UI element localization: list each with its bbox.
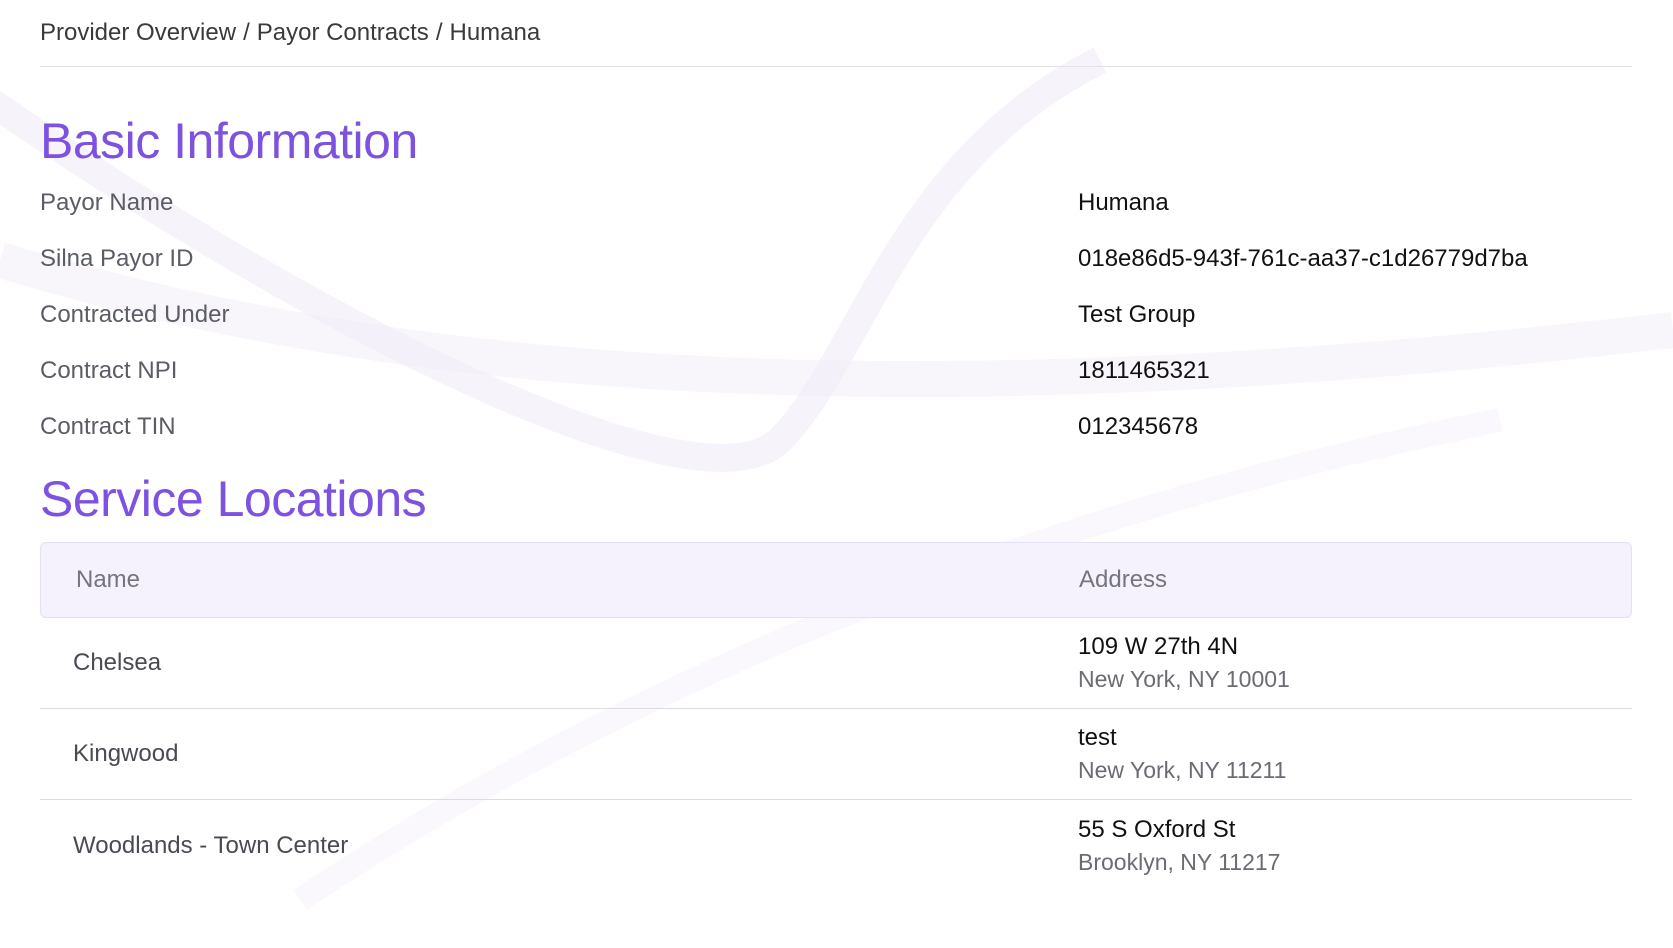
info-value: 012345678	[1078, 413, 1199, 440]
info-label: Contracted Under	[40, 301, 230, 328]
location-name: Chelsea	[73, 649, 162, 676]
basic-information-title: Basic Information	[40, 113, 418, 169]
address-line1: 55 S Oxford St	[1078, 815, 1236, 843]
basic-information-list: Payor Name Humana Silna Payor ID 018e86d…	[40, 175, 1632, 455]
column-header-address[interactable]: Address	[1079, 566, 1167, 594]
info-row-contract-npi: Contract NPI 1811465321	[40, 343, 1632, 399]
info-value: Test Group	[1078, 301, 1196, 328]
info-row-contracted-under: Contracted Under Test Group	[40, 287, 1632, 343]
breadcrumb-payor-contracts[interactable]: Payor Contracts	[257, 19, 429, 47]
breadcrumb-separator: /	[435, 19, 443, 46]
location-name: Kingwood	[73, 740, 179, 767]
breadcrumb-separator: /	[243, 19, 250, 46]
address-line1: 109 W 27th 4N	[1078, 633, 1239, 660]
column-header-name[interactable]: Name	[41, 566, 1079, 594]
location-address: test New York, NY 11211	[1078, 722, 1286, 786]
service-locations-title: Service Locations	[40, 471, 427, 527]
breadcrumb-provider-overview[interactable]: Provider Overview	[40, 19, 236, 47]
breadcrumb-current: Humana	[449, 19, 541, 46]
page: Provider Overview / Payor Contracts / Hu…	[0, 0, 1673, 948]
table-row[interactable]: Woodlands - Town Center 55 S Oxford St B…	[40, 800, 1632, 891]
info-row-contract-tin: Contract TIN 012345678	[40, 399, 1632, 455]
info-row-payor-name: Payor Name Humana	[40, 175, 1632, 231]
address-line2: New York, NY 11211	[1078, 757, 1287, 783]
main-content: Provider Overview / Payor Contracts / Hu…	[40, 0, 1632, 891]
info-row-silna-payor-id: Silna Payor ID 018e86d5-943f-761c-aa37-c…	[40, 231, 1632, 287]
info-value: 1811465321	[1078, 357, 1210, 384]
info-label: Silna Payor ID	[40, 245, 194, 272]
address-line2: New York, NY 10001	[1078, 666, 1290, 692]
address-line2: Brooklyn, NY 11217	[1078, 848, 1281, 875]
info-value: 018e86d5-943f-761c-aa37-c1d26779d7ba	[1078, 245, 1528, 272]
breadcrumb: Provider Overview / Payor Contracts / Hu…	[40, 0, 1632, 67]
location-address: 55 S Oxford St Brooklyn, NY 11217	[1078, 814, 1280, 878]
info-value: Humana	[1078, 189, 1169, 216]
location-name: Woodlands - Town Center	[73, 831, 349, 859]
table-row[interactable]: Chelsea 109 W 27th 4N New York, NY 10001	[40, 618, 1632, 709]
location-address: 109 W 27th 4N New York, NY 10001	[1078, 631, 1290, 695]
address-line1: test	[1078, 724, 1117, 751]
table-row[interactable]: Kingwood test New York, NY 11211	[40, 709, 1632, 800]
info-label: Contract TIN	[40, 413, 176, 440]
info-label: Payor Name	[40, 189, 174, 216]
info-label: Contract NPI	[40, 357, 178, 384]
table-header: Name Address	[40, 542, 1632, 618]
service-locations-table: Name Address Chelsea 109 W 27th 4N New Y…	[40, 542, 1632, 891]
